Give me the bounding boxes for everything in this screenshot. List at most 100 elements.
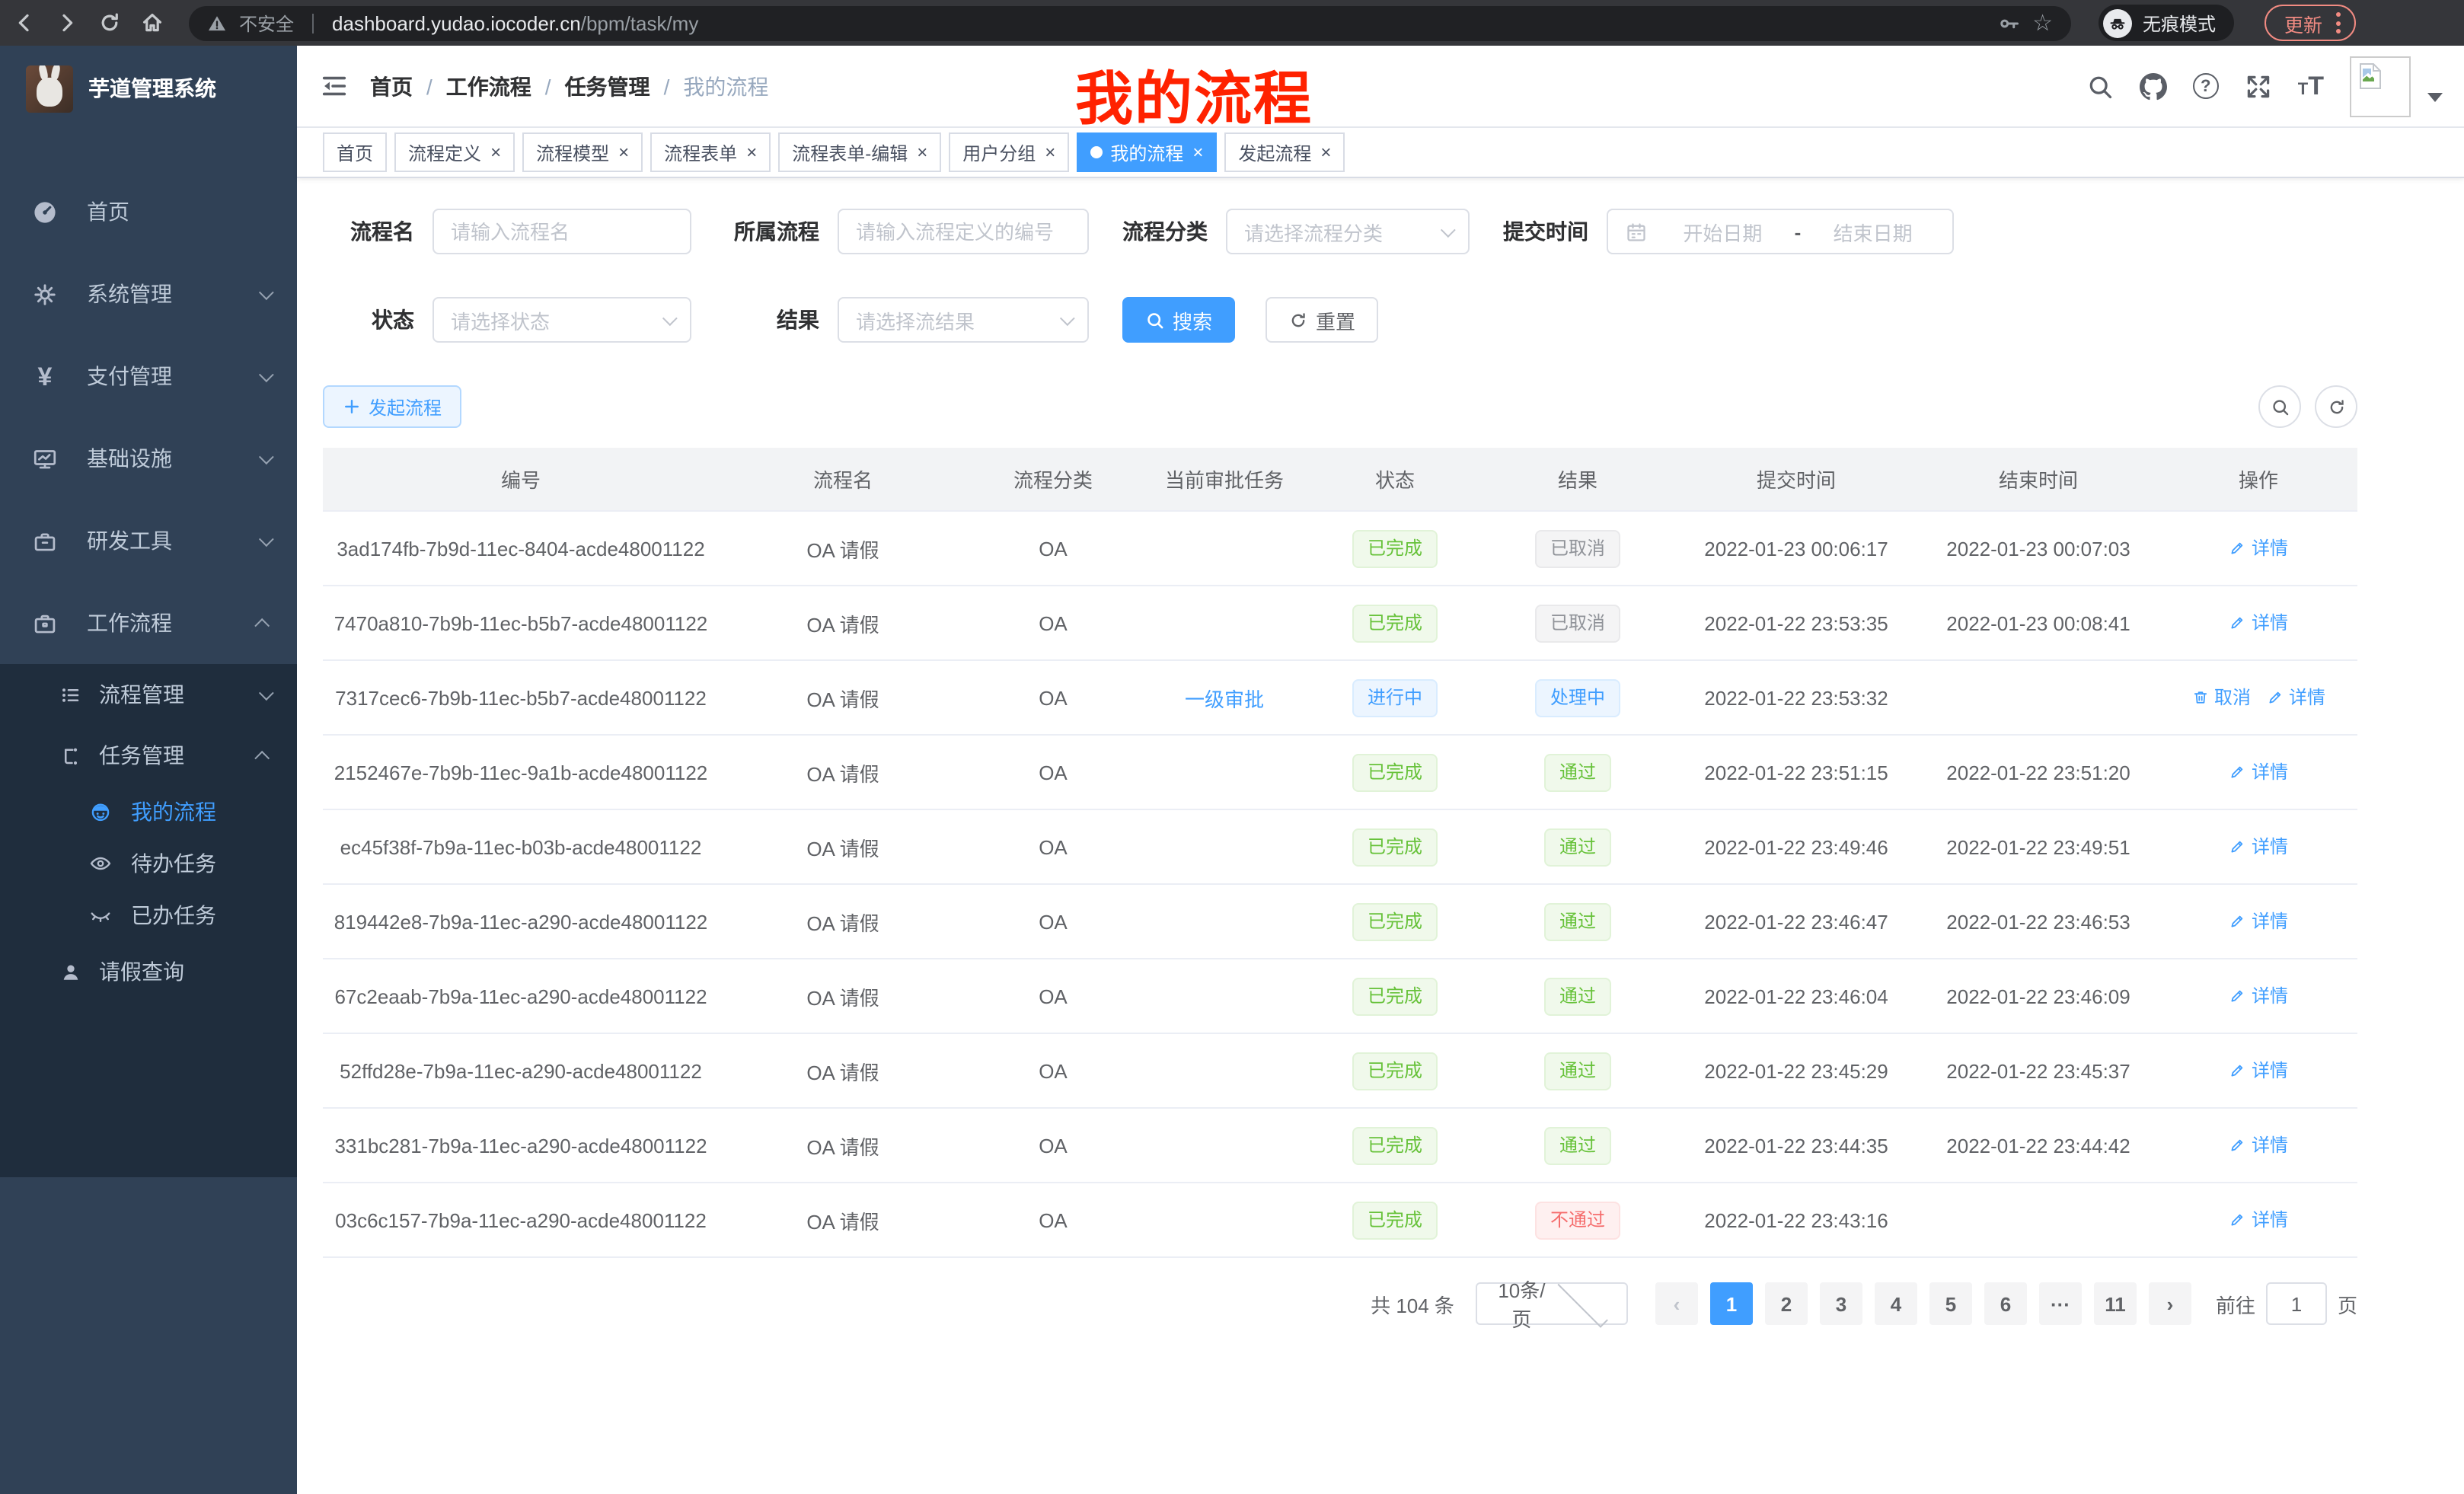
refresh-table-button[interactable]: [2315, 385, 2357, 428]
sidebar-item-process-management[interactable]: 流程管理: [0, 664, 297, 725]
tab-3[interactable]: 流程模型×: [522, 132, 643, 172]
cell-category: OA: [967, 611, 1139, 634]
prev-page-button[interactable]: ‹: [1655, 1282, 1698, 1325]
breadcrumb-workflow[interactable]: 工作流程: [446, 71, 531, 101]
detail-action-link[interactable]: 详情: [2229, 983, 2288, 1009]
app-logo[interactable]: 芋道管理系统: [0, 46, 297, 131]
address-bar[interactable]: 不安全 dashboard.yudao.iocoder.cn/bpm/task/…: [189, 5, 2071, 40]
category-select[interactable]: 请选择流程分类: [1226, 209, 1470, 254]
detail-action-link[interactable]: 详情: [2229, 535, 2288, 561]
detail-action-link[interactable]: 详情: [2266, 685, 2325, 710]
sidebar-item-dev-tools[interactable]: 研发工具: [0, 500, 297, 582]
process-name-input[interactable]: [432, 209, 691, 254]
page-button-6[interactable]: 6: [1984, 1282, 2027, 1325]
process-definition-input[interactable]: [838, 209, 1089, 254]
page-ellipsis-button[interactable]: ···: [2039, 1282, 2082, 1325]
cell-submit-time: 2022-01-22 23:49:46: [1675, 835, 1917, 858]
close-icon[interactable]: ×: [490, 143, 501, 161]
cell-status: 进行中: [1310, 678, 1480, 717]
tab-5[interactable]: 流程表单-编辑 ×: [778, 132, 941, 172]
breadcrumb-task-management[interactable]: 任务管理: [565, 71, 650, 101]
search-icon[interactable]: [2086, 72, 2114, 100]
sidebar-item-home[interactable]: 首页: [0, 171, 297, 253]
cell-result: 不通过: [1480, 1201, 1675, 1239]
browser-menu-icon[interactable]: [2336, 12, 2341, 34]
tab-2[interactable]: 流程定义×: [394, 132, 515, 172]
sidebar-item-todo-tasks[interactable]: 待办任务: [0, 838, 297, 889]
tab-1[interactable]: 首页: [323, 132, 387, 172]
detail-action-link[interactable]: 详情: [2229, 1058, 2288, 1084]
result-badge: 通过: [1544, 753, 1611, 791]
browser-update-button[interactable]: 更新: [2265, 5, 2356, 41]
create-process-button[interactable]: 发起流程: [323, 385, 461, 428]
edit-icon: [2229, 912, 2247, 931]
help-icon[interactable]: ?: [2193, 73, 2219, 99]
close-icon[interactable]: ×: [746, 143, 757, 161]
close-icon[interactable]: ×: [917, 143, 927, 161]
avatar-dropdown-caret[interactable]: [2427, 92, 2443, 101]
breadcrumb-home[interactable]: 首页: [370, 71, 413, 101]
detail-action-link[interactable]: 详情: [2229, 610, 2288, 636]
avatar[interactable]: [2350, 56, 2411, 117]
reload-icon[interactable]: [97, 11, 122, 35]
status-badge: 已完成: [1352, 529, 1438, 567]
submit-time-range-picker[interactable]: 开始日期 - 结束日期: [1607, 209, 1954, 254]
show-search-button[interactable]: [2258, 385, 2301, 428]
goto-page-input[interactable]: [2266, 1282, 2327, 1325]
page-button-2[interactable]: 2: [1765, 1282, 1808, 1325]
home-icon[interactable]: [140, 11, 164, 35]
tab-7[interactable]: 我的流程×: [1077, 132, 1217, 172]
page-button-4[interactable]: 4: [1875, 1282, 1917, 1325]
url-text[interactable]: dashboard.yudao.iocoder.cn/bpm/task/my: [332, 11, 698, 34]
result-select[interactable]: 请选择流结果: [838, 297, 1089, 343]
cell-category: OA: [967, 537, 1139, 560]
close-icon[interactable]: ×: [1192, 143, 1203, 161]
security-label[interactable]: 不安全: [239, 10, 294, 36]
sidebar-item-done-tasks[interactable]: 已办任务: [0, 889, 297, 941]
close-icon[interactable]: ×: [618, 143, 629, 161]
sidebar-item-infrastructure[interactable]: 基础设施: [0, 417, 297, 500]
sidebar-item-task-management[interactable]: 任务管理: [0, 725, 297, 786]
tab-8[interactable]: 发起流程×: [1224, 132, 1345, 172]
close-icon[interactable]: ×: [1045, 143, 1055, 161]
sidebar-item-my-process[interactable]: 我的流程: [0, 786, 297, 838]
bookmark-star-icon[interactable]: ☆: [2032, 11, 2053, 34]
page-button-5[interactable]: 5: [1929, 1282, 1972, 1325]
cancel-action-link[interactable]: 取消: [2191, 685, 2251, 710]
sidebar-item-leave-query[interactable]: 请假查询: [0, 941, 297, 1002]
next-page-button[interactable]: ›: [2149, 1282, 2191, 1325]
page-button-1[interactable]: 1: [1710, 1282, 1753, 1325]
detail-action-link[interactable]: 详情: [2229, 759, 2288, 785]
start-date-placeholder[interactable]: 开始日期: [1660, 217, 1786, 246]
end-date-placeholder[interactable]: 结束日期: [1810, 217, 1936, 246]
password-key-icon[interactable]: [1997, 11, 2020, 34]
tab-label: 流程表单-编辑: [792, 139, 908, 165]
reset-button[interactable]: 重置: [1266, 297, 1378, 343]
forward-icon[interactable]: [55, 11, 79, 35]
search-button[interactable]: 搜索: [1122, 297, 1235, 343]
cell-submit-time: 2022-01-22 23:43:16: [1675, 1208, 1917, 1231]
fullscreen-icon[interactable]: [2245, 72, 2272, 100]
sidebar-item-workflow[interactable]: 工作流程: [0, 582, 297, 664]
page-button-3[interactable]: 3: [1820, 1282, 1862, 1325]
detail-action-link[interactable]: 详情: [2229, 908, 2288, 934]
back-icon[interactable]: [12, 11, 37, 35]
sidebar-item-system[interactable]: 系统管理: [0, 253, 297, 335]
sidebar-toggle-icon[interactable]: [297, 72, 370, 101]
github-icon[interactable]: [2140, 72, 2167, 100]
sidebar-item-payment[interactable]: ¥ 支付管理: [0, 335, 297, 417]
font-size-icon[interactable]: TT: [2298, 73, 2324, 99]
cell-current-task: 一级审批: [1139, 683, 1310, 712]
incognito-badge[interactable]: 无痕模式: [2099, 5, 2234, 41]
tab-6[interactable]: 用户分组×: [949, 132, 1069, 172]
cell-process-id: 7470a810-7b9b-11ec-b5b7-acde48001122: [323, 611, 719, 634]
page-size-select[interactable]: 10条/页: [1476, 1282, 1628, 1325]
status-select[interactable]: 请选择状态: [432, 297, 691, 343]
detail-action-link[interactable]: 详情: [2229, 1132, 2288, 1158]
detail-action-link[interactable]: 详情: [2229, 834, 2288, 860]
detail-action-link[interactable]: 详情: [2229, 1207, 2288, 1233]
current-task-link[interactable]: 一级审批: [1185, 688, 1264, 710]
close-icon[interactable]: ×: [1320, 143, 1331, 161]
tab-4[interactable]: 流程表单×: [650, 132, 771, 172]
page-button-11[interactable]: 11: [2094, 1282, 2137, 1325]
